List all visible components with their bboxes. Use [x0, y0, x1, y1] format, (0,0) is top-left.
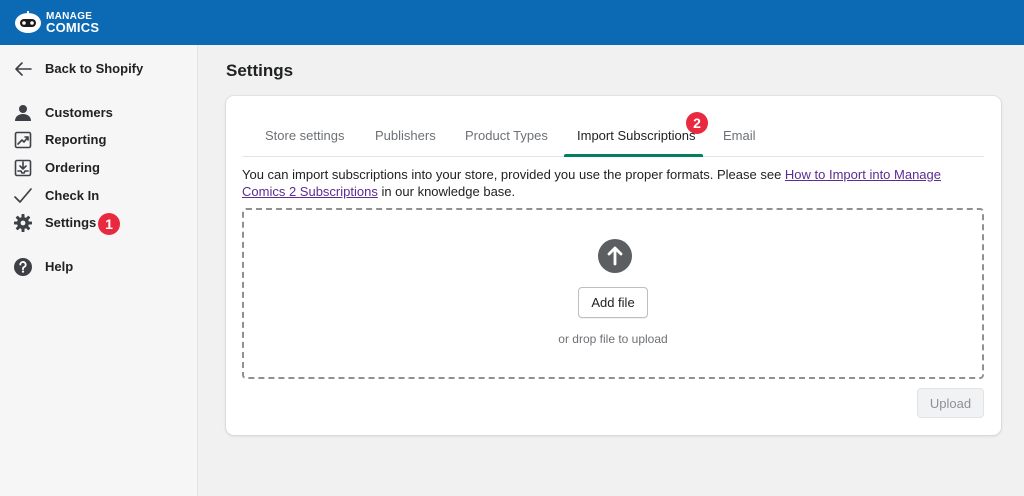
file-dropzone[interactable]: Add file or drop file to upload — [242, 208, 984, 379]
import-subscriptions-card: Store settings Publishers Product Types … — [226, 96, 1001, 435]
sidebar-item-check-in[interactable]: Check In — [0, 183, 198, 209]
settings-tabs: Store settings Publishers Product Types … — [243, 120, 984, 157]
sidebar: Back to Shopify Customers Reporting Orde… — [0, 45, 198, 496]
intro-text-end: in our knowledge base. — [377, 184, 516, 199]
drop-file-hint: or drop file to upload — [558, 332, 668, 346]
back-to-shopify-link[interactable]: Back to Shopify — [0, 56, 198, 82]
robot-logo-icon — [14, 10, 42, 34]
sidebar-item-label: Reporting — [45, 132, 107, 147]
sidebar-item-customers[interactable]: Customers — [0, 100, 198, 126]
upload-arrow-icon — [598, 239, 632, 273]
question-circle-icon — [13, 257, 33, 277]
sidebar-item-label: Ordering — [45, 160, 100, 175]
manage-comics-logo[interactable]: MANAGE COMICS — [14, 10, 99, 34]
annotation-marker-1: 1 — [98, 213, 120, 235]
sidebar-item-help[interactable]: Help — [0, 254, 198, 280]
sidebar-item-label: Check In — [45, 188, 100, 203]
annotation-marker-2: 2 — [686, 112, 708, 134]
tab-publishers[interactable]: Publishers — [375, 128, 436, 143]
sidebar-item-label: Customers — [45, 105, 113, 120]
person-icon — [13, 103, 33, 123]
page-title: Settings — [226, 61, 294, 80]
add-file-button[interactable]: Add file — [578, 287, 648, 318]
sidebar-item-label: Help — [45, 259, 74, 274]
tab-email[interactable]: Email — [723, 128, 756, 143]
tab-product-types[interactable]: Product Types — [465, 128, 548, 143]
back-to-shopify-label: Back to Shopify — [45, 61, 144, 76]
sidebar-item-label: Settings — [45, 215, 97, 230]
active-tab-indicator — [564, 154, 703, 157]
import-instructions: You can import subscriptions into your s… — [242, 166, 982, 200]
arrow-left-icon — [13, 59, 33, 79]
inbox-download-icon — [13, 158, 33, 178]
gear-icon — [13, 213, 33, 233]
upload-button[interactable]: Upload — [917, 388, 984, 418]
logo-wordmark: MANAGE COMICS — [46, 11, 100, 35]
intro-text: You can import subscriptions into your s… — [242, 167, 785, 182]
logo-line-2: COMICS — [46, 19, 100, 35]
tab-store-settings[interactable]: Store settings — [265, 128, 345, 143]
checkmark-icon — [13, 186, 33, 206]
tab-import-subscriptions[interactable]: Import Subscriptions — [577, 128, 696, 143]
sidebar-item-ordering[interactable]: Ordering — [0, 155, 198, 181]
top-bar: MANAGE COMICS — [0, 0, 1024, 45]
sidebar-item-reporting[interactable]: Reporting — [0, 127, 198, 153]
trend-report-icon — [13, 130, 33, 150]
